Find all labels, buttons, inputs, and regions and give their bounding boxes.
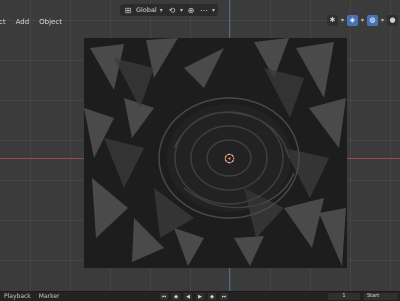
- rose-mesh-object[interactable]: [84, 38, 347, 268]
- chevron-down-icon: ▾: [340, 16, 344, 24]
- chevron-down-icon: ▾: [180, 6, 184, 14]
- shading-solid-icon[interactable]: ●: [387, 14, 398, 26]
- chevron-down-icon: ▾: [212, 6, 216, 14]
- chevron-down-icon: ▾: [380, 16, 384, 24]
- menu-select[interactable]: ct: [0, 16, 8, 28]
- 3d-cursor-icon[interactable]: [224, 153, 235, 164]
- next-keyframe-icon[interactable]: ◆: [208, 293, 216, 300]
- start-frame-field[interactable]: Start: [364, 293, 398, 300]
- pivot-snap-group[interactable]: ⟲ ▾ ⊕ ⋯ ▾: [164, 4, 219, 16]
- viewport-right-tools: ✱ ▾ ◈ ▾ ◍ ▾ ●: [326, 14, 398, 26]
- jump-start-icon[interactable]: ⏮: [160, 293, 168, 300]
- overlay-icon[interactable]: ◍: [366, 14, 378, 26]
- prev-keyframe-icon[interactable]: ◆: [172, 293, 180, 300]
- current-frame-field[interactable]: 1: [328, 293, 360, 300]
- menu-add[interactable]: Add: [14, 16, 32, 28]
- timeline-marker-menu[interactable]: Marker: [39, 293, 60, 300]
- transform-orientation-icon: ⊞: [124, 5, 132, 15]
- timeline-playback-menu[interactable]: Playback: [4, 293, 31, 300]
- orientation-label: Global: [136, 6, 157, 14]
- chevron-down-icon: ▾: [159, 6, 163, 14]
- jump-end-icon[interactable]: ⏭: [220, 293, 228, 300]
- chevron-down-icon: ▾: [360, 16, 364, 24]
- pivot-icon[interactable]: ⟲: [167, 5, 177, 15]
- proportional-edit-icon[interactable]: ⋯: [199, 5, 209, 15]
- viewport-header: ct Add Object ⊞ Global ▾ ⟲ ▾ ⊕ ⋯ ▾ ✱ ▾ ◈…: [0, 0, 400, 38]
- menu-object[interactable]: Object: [37, 16, 64, 28]
- snap-icon[interactable]: ⊕: [186, 5, 196, 15]
- visibility-icon[interactable]: ✱: [326, 14, 338, 26]
- transform-orientation-dropdown[interactable]: ⊞ Global ▾: [120, 4, 166, 16]
- gizmo-icon[interactable]: ◈: [346, 14, 358, 26]
- play-reverse-icon[interactable]: ◀: [184, 293, 192, 300]
- header-menu: ct Add Object: [0, 16, 64, 28]
- play-icon[interactable]: ▶: [196, 293, 204, 300]
